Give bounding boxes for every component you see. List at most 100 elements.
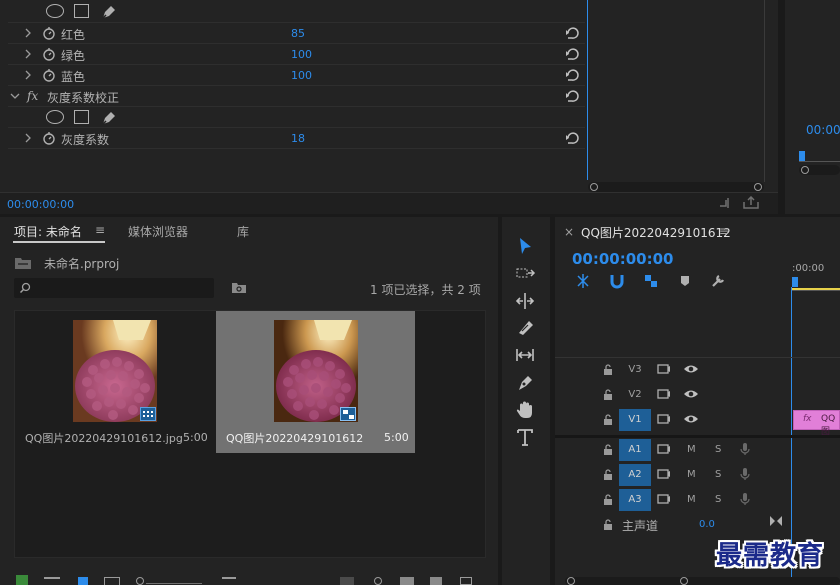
project-item-sequence-selected[interactable]: QQ图片20220429101612 5:00 <box>216 311 415 453</box>
effect-value[interactable]: 100 <box>291 69 312 82</box>
master-audio-track[interactable]: 主声道 0.0 <box>555 513 840 537</box>
ellipse-mask-icon[interactable] <box>46 4 64 18</box>
reset-effect-icon[interactable] <box>564 88 580 104</box>
pen-mask-icon[interactable] <box>100 3 118 21</box>
rectangle-mask-icon[interactable] <box>74 4 89 18</box>
lock-track-icon[interactable] <box>603 469 613 481</box>
lock-track-icon[interactable] <box>603 494 613 506</box>
audio-track-a2[interactable]: A2 M S <box>555 463 840 487</box>
ripple-edit-tool-icon[interactable] <box>514 290 536 312</box>
eye-icon[interactable] <box>683 413 699 425</box>
mute-button[interactable]: M <box>687 494 696 505</box>
lock-track-icon[interactable] <box>603 389 613 401</box>
stopwatch-icon[interactable] <box>42 68 56 82</box>
reset-parameter-icon[interactable] <box>564 46 580 62</box>
project-search-input[interactable] <box>14 278 214 298</box>
rectangle-mask-icon[interactable] <box>74 110 89 124</box>
audio-track-a3[interactable]: A3 M S <box>555 488 840 512</box>
linked-selection-icon[interactable] <box>643 273 659 289</box>
effect-row-green[interactable]: 绿色 100 <box>8 44 585 65</box>
lock-icon[interactable] <box>16 575 28 585</box>
pen-mask-icon[interactable] <box>100 109 118 127</box>
sync-lock-icon[interactable] <box>657 493 671 505</box>
lock-track-icon[interactable] <box>603 444 613 456</box>
snap-icon[interactable] <box>609 273 625 289</box>
eye-icon[interactable] <box>683 388 699 400</box>
timeline-timecode[interactable]: 00:00:00:00 <box>572 250 674 268</box>
filter-icon[interactable] <box>718 196 734 210</box>
track-target-a1[interactable]: A1 <box>619 439 651 461</box>
solo-button[interactable]: S <box>715 469 721 480</box>
track-select-tool-icon[interactable] <box>514 263 536 285</box>
stopwatch-icon[interactable] <box>42 131 56 145</box>
work-area-bar[interactable] <box>792 288 840 290</box>
sync-lock-icon[interactable] <box>657 468 671 480</box>
video-track-v1[interactable]: V1 fx QQ图 <box>555 408 840 437</box>
lock-track-icon[interactable] <box>603 364 613 376</box>
slip-tool-icon[interactable] <box>514 344 536 366</box>
export-icon[interactable] <box>742 196 760 210</box>
pen-tool-icon[interactable] <box>514 372 536 394</box>
effect-row-red[interactable]: 红色 85 <box>8 23 585 44</box>
track-target-a3[interactable]: A3 <box>619 489 651 511</box>
zoom-slider[interactable] <box>146 583 202 584</box>
add-marker-icon[interactable] <box>679 274 691 288</box>
sync-lock-icon[interactable] <box>657 413 671 425</box>
playhead-marker[interactable] <box>792 277 798 287</box>
nest-icon[interactable] <box>575 273 591 289</box>
fx-badge[interactable]: fx <box>27 89 38 103</box>
sync-lock-icon[interactable] <box>657 363 671 375</box>
type-tool-icon[interactable] <box>514 426 536 448</box>
lock-track-icon[interactable] <box>603 414 613 426</box>
track-target-a2[interactable]: A2 <box>619 464 651 486</box>
tab-libraries[interactable]: 库 <box>237 223 249 240</box>
reset-parameter-icon[interactable] <box>564 25 580 41</box>
sequence-tab[interactable]: QQ图片20220429101612 <box>581 224 731 241</box>
tab-project[interactable]: 项目: 未命名 <box>14 223 82 240</box>
microphone-icon[interactable] <box>740 492 750 506</box>
track-target-v1[interactable]: V1 <box>619 409 651 431</box>
effect-value[interactable]: 18 <box>291 132 305 145</box>
close-sequence-icon[interactable]: × <box>564 225 574 239</box>
stopwatch-icon[interactable] <box>42 26 56 40</box>
new-item-icon[interactable] <box>430 577 442 585</box>
solo-button[interactable]: S <box>715 444 721 455</box>
microphone-icon[interactable] <box>740 467 750 481</box>
effect-row-gamma[interactable]: 灰度系数 18 <box>8 128 585 149</box>
settings-wrench-icon[interactable] <box>710 273 726 289</box>
stopwatch-icon[interactable] <box>42 47 56 61</box>
mute-button[interactable]: M <box>687 469 696 480</box>
chevron-down-icon[interactable] <box>10 92 20 100</box>
master-volume-value[interactable]: 0.0 <box>699 519 715 530</box>
new-search-bin-icon[interactable] <box>231 281 247 295</box>
chevron-right-icon[interactable] <box>24 133 32 143</box>
freeform-view-icon[interactable] <box>104 577 120 585</box>
effect-timecode[interactable]: 00:00:00:00 <box>7 198 74 211</box>
effect-row-blue[interactable]: 蓝色 100 <box>8 65 585 86</box>
new-bin-icon[interactable] <box>400 577 414 585</box>
zoom-slider-handle[interactable] <box>136 577 144 585</box>
ellipse-mask-icon[interactable] <box>46 110 64 124</box>
lock-track-icon[interactable] <box>603 519 613 531</box>
trash-icon[interactable] <box>460 577 472 585</box>
keyframe-scrollbar[interactable] <box>588 182 764 192</box>
find-icon[interactable] <box>374 577 382 585</box>
video-track-v3[interactable]: V3 <box>555 358 840 382</box>
effect-value[interactable]: 100 <box>291 48 312 61</box>
sync-lock-icon[interactable] <box>657 388 671 400</box>
tab-media-browser[interactable]: 媒体浏览器 <box>128 223 188 240</box>
timeline-scrollbar[interactable] <box>565 577 840 585</box>
track-target-v2[interactable]: V2 <box>619 384 651 406</box>
list-view-icon[interactable] <box>44 577 60 585</box>
go-to-edit-point-icon[interactable] <box>769 515 783 527</box>
chevron-right-icon[interactable] <box>24 70 32 80</box>
playhead-marker[interactable] <box>799 151 805 161</box>
effect-gamma-correction-header[interactable]: fx 灰度系数校正 <box>8 86 585 107</box>
playhead-line[interactable] <box>587 0 588 180</box>
razor-tool-icon[interactable] <box>514 317 536 339</box>
effect-value[interactable]: 85 <box>291 27 305 40</box>
hand-tool-icon[interactable] <box>514 399 536 421</box>
chevron-right-icon[interactable] <box>24 28 32 38</box>
mute-button[interactable]: M <box>687 444 696 455</box>
reset-parameter-icon[interactable] <box>564 67 580 83</box>
